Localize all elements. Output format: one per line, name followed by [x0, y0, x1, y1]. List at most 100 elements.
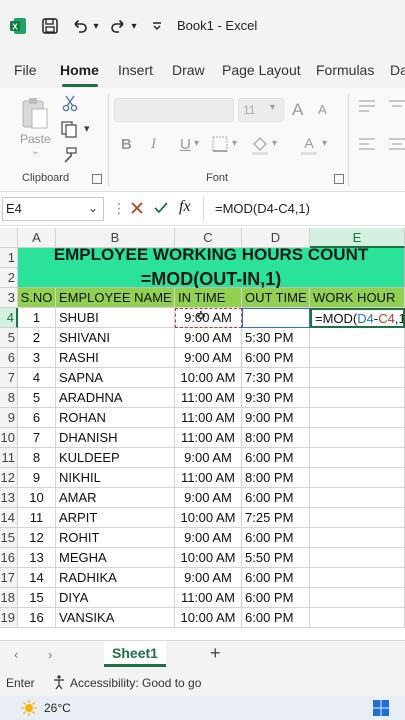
table-cell[interactable]	[310, 408, 405, 428]
table-cell[interactable]: 11:00 AM	[175, 468, 242, 488]
enter-icon[interactable]	[152, 199, 170, 217]
table-cell[interactable]	[310, 508, 405, 528]
table-cell[interactable]: 8:00 PM	[242, 468, 310, 488]
cancel-icon[interactable]	[128, 199, 146, 217]
column-heading-cell[interactable]: WORK HOUR	[310, 288, 405, 308]
row-header-13[interactable]: 13	[0, 488, 18, 508]
row-header-8[interactable]: 8	[0, 388, 18, 408]
table-cell[interactable]: 7:25 PM	[242, 508, 310, 528]
table-cell[interactable]: SHUBI	[56, 308, 175, 328]
table-cell[interactable]: 11:00 AM	[175, 588, 242, 608]
table-cell[interactable]: 6:00 PM	[242, 608, 310, 628]
table-cell[interactable]: 15	[18, 588, 56, 608]
middle-align-icon[interactable]	[388, 100, 405, 114]
table-cell[interactable]	[310, 448, 405, 468]
table-cell[interactable]: DHANISH	[56, 428, 175, 448]
font-color-dropdown-icon[interactable]: ▾	[322, 138, 327, 149]
table-cell[interactable]: 6:00 PM	[242, 568, 310, 588]
table-cell[interactable]: DIYA	[56, 588, 175, 608]
table-cell[interactable]: 9:00 AM	[175, 488, 242, 508]
borders-dropdown-icon[interactable]: ▾	[232, 138, 237, 149]
row-header-5[interactable]: 5	[0, 328, 18, 348]
row-header-17[interactable]: 17	[0, 568, 18, 588]
table-cell[interactable]: 16	[18, 608, 56, 628]
table-cell[interactable]: 9:30 PM	[242, 388, 310, 408]
table-cell[interactable]: 9:00 AM	[175, 528, 242, 548]
column-heading-cell[interactable]: EMPLOYEE NAME	[56, 288, 175, 308]
table-cell[interactable]: 6:00 PM	[242, 488, 310, 508]
font-launcher-icon[interactable]	[334, 174, 344, 184]
undo-dropdown-icon[interactable]: ▾	[90, 16, 102, 36]
table-cell[interactable]	[310, 468, 405, 488]
row-header-2[interactable]: 2	[0, 268, 18, 288]
underline-button[interactable]: U	[180, 136, 191, 153]
grow-font-icon[interactable]: A	[292, 100, 303, 120]
table-cell[interactable]: 9:00 AM	[175, 328, 242, 348]
borders-icon[interactable]	[212, 136, 230, 154]
table-cell[interactable]: ROHAN	[56, 408, 175, 428]
table-cell[interactable]	[310, 608, 405, 628]
table-cell[interactable]: 8:00 PM	[242, 428, 310, 448]
table-cell[interactable]: VANSIKA	[56, 608, 175, 628]
tab-draw[interactable]: Draw	[172, 62, 205, 78]
table-cell[interactable]	[310, 488, 405, 508]
previous-sheet-icon[interactable]: ‹	[14, 647, 18, 662]
table-cell[interactable]: 12	[18, 528, 56, 548]
table-cell[interactable]: 6:00 PM	[242, 588, 310, 608]
table-cell[interactable]	[310, 548, 405, 568]
table-cell[interactable]: 10	[18, 488, 56, 508]
table-cell[interactable]: MEGHA	[56, 548, 175, 568]
tab-page-layout[interactable]: Page Layout	[222, 62, 301, 78]
column-header-a[interactable]: A	[18, 228, 56, 248]
table-cell[interactable]: ROHIT	[56, 528, 175, 548]
table-cell[interactable]: 7	[18, 428, 56, 448]
table-cell[interactable]: 4	[18, 368, 56, 388]
table-cell[interactable]	[310, 528, 405, 548]
formula-input[interactable]: =MOD(D4-C4,1)	[215, 201, 310, 216]
table-cell[interactable]: 5	[18, 388, 56, 408]
table-cell[interactable]: 8	[18, 448, 56, 468]
clipboard-launcher-icon[interactable]	[92, 174, 102, 184]
accessibility-status[interactable]: Accessibility: Good to go	[70, 676, 201, 690]
tab-file[interactable]: File	[14, 62, 37, 78]
format-painter-icon[interactable]	[60, 146, 80, 164]
table-cell[interactable]	[310, 428, 405, 448]
table-cell[interactable]	[310, 388, 405, 408]
table-cell[interactable]: 14	[18, 568, 56, 588]
table-cell[interactable]: 9	[18, 468, 56, 488]
table-cell[interactable]: RASHI	[56, 348, 175, 368]
table-cell[interactable]: AMAR	[56, 488, 175, 508]
name-box-dropdown-icon[interactable]: ⌄	[88, 201, 98, 215]
row-header-6[interactable]: 6	[0, 348, 18, 368]
accessibility-icon[interactable]	[52, 674, 68, 690]
table-cell[interactable]: ARADHNA	[56, 388, 175, 408]
table-cell[interactable]: NIKHIL	[56, 468, 175, 488]
table-cell[interactable]: 6:00 PM	[242, 448, 310, 468]
paste-icon[interactable]	[20, 96, 50, 130]
table-cell[interactable]: 11:00 AM	[175, 388, 242, 408]
table-cell[interactable]	[310, 368, 405, 388]
tab-insert[interactable]: Insert	[118, 62, 153, 78]
table-cell[interactable]: SAPNA	[56, 368, 175, 388]
align-left-icon[interactable]	[358, 138, 376, 152]
column-heading-cell[interactable]: OUT TIME	[242, 288, 310, 308]
weather-icon[interactable]	[20, 699, 38, 717]
table-cell[interactable]: RADHIKA	[56, 568, 175, 588]
select-all-corner[interactable]	[0, 228, 18, 248]
table-cell[interactable]: ARPIT	[56, 508, 175, 528]
row-header-7[interactable]: 7	[0, 368, 18, 388]
table-cell[interactable]: 2	[18, 328, 56, 348]
customize-toolbar-icon[interactable]	[150, 16, 164, 36]
table-cell[interactable]: 7:30 PM	[242, 368, 310, 388]
italic-button[interactable]: I	[151, 136, 156, 153]
copy-dropdown-icon[interactable]: ▾	[84, 122, 90, 135]
row-header-9[interactable]: 9	[0, 408, 18, 428]
add-sheet-icon[interactable]: +	[210, 643, 221, 664]
fill-color-icon[interactable]	[250, 134, 270, 156]
top-align-icon[interactable]	[358, 100, 376, 114]
active-cell-e4[interactable]: =MOD(D4-C4,1)	[310, 308, 405, 328]
row-header-1[interactable]: 1	[0, 248, 18, 268]
table-cell[interactable]	[310, 328, 405, 348]
underline-dropdown-icon[interactable]: ▾	[194, 138, 199, 149]
copy-icon[interactable]	[60, 120, 80, 138]
